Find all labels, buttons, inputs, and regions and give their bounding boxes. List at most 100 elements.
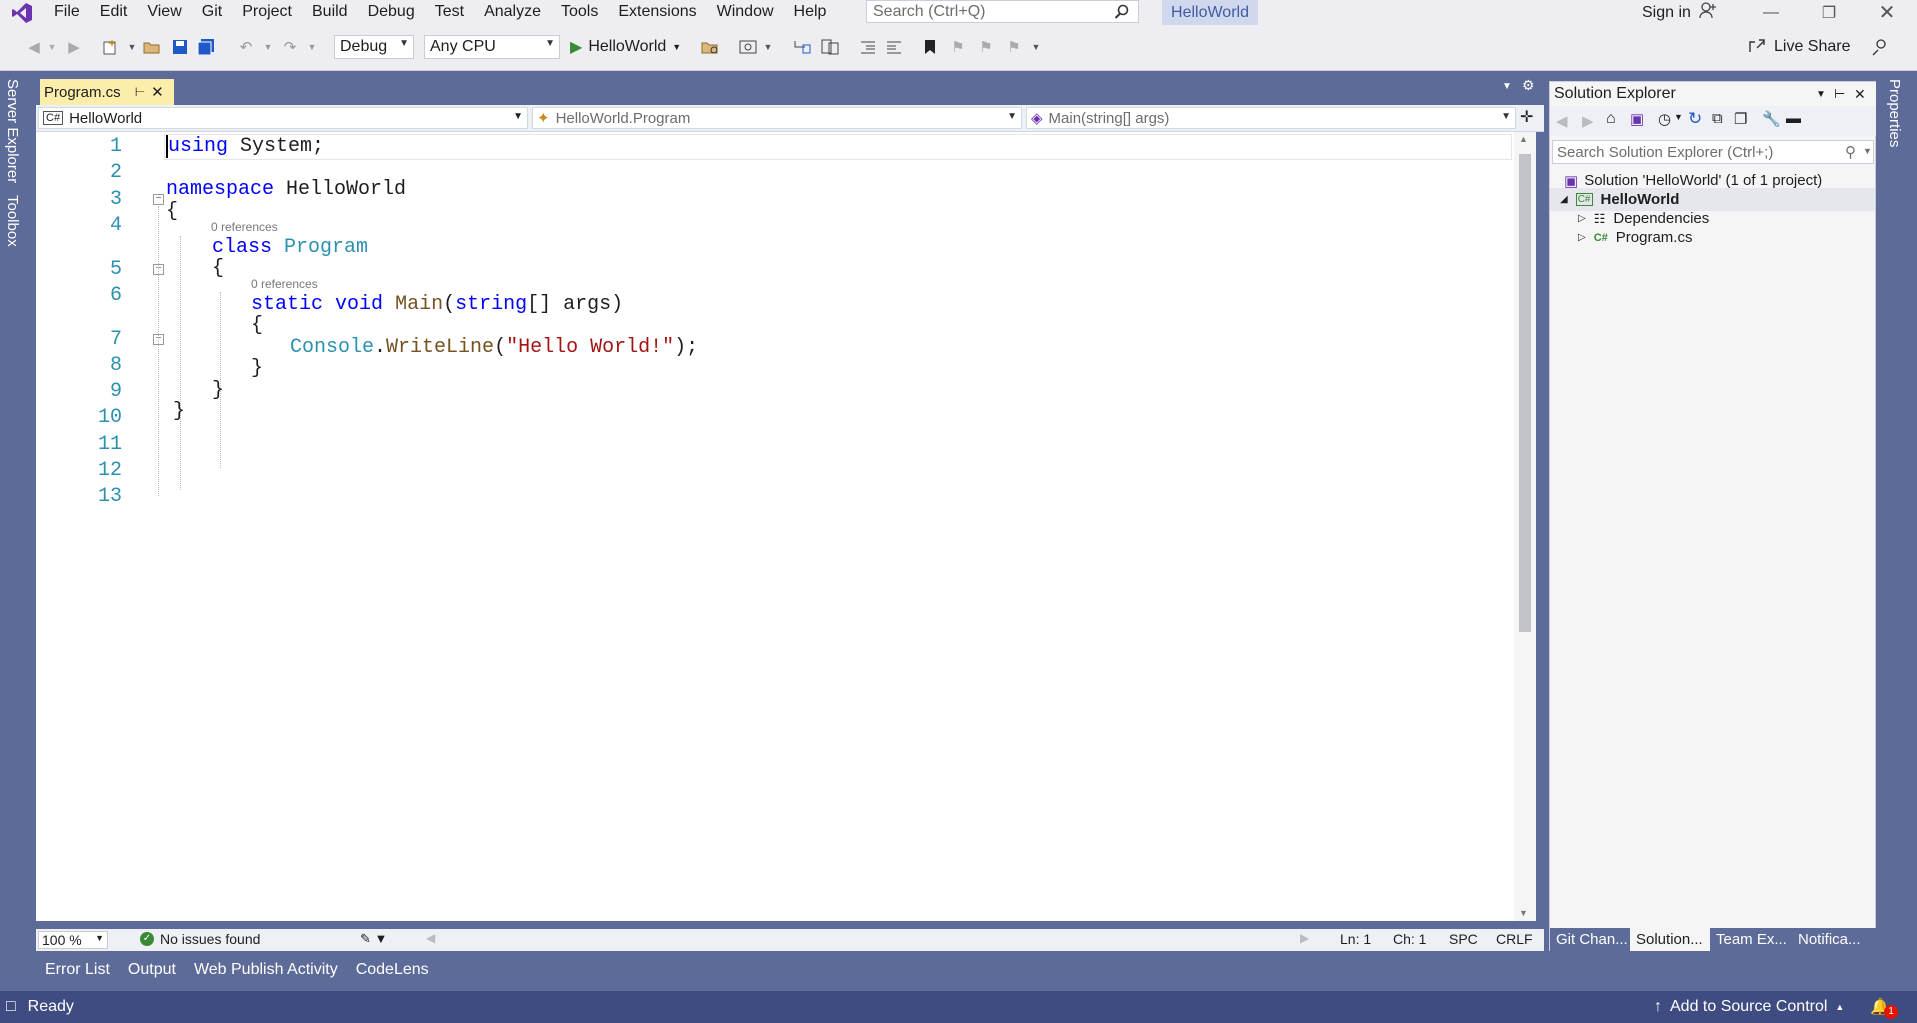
browser-link-icon[interactable] xyxy=(738,37,758,57)
save-icon[interactable] xyxy=(170,37,190,57)
code-cleanup-icon[interactable]: ✎ ▼ xyxy=(360,931,387,947)
menu-debug[interactable]: Debug xyxy=(358,0,425,25)
menu-project[interactable]: Project xyxy=(232,0,302,25)
pending-changes-filter-icon[interactable]: ◷ xyxy=(1658,110,1671,128)
feedback-icon[interactable] xyxy=(1870,37,1890,57)
preview-icon[interactable]: ▬ xyxy=(1786,110,1801,127)
save-all-icon[interactable] xyxy=(196,37,216,57)
configuration-select[interactable]: Debug ▼ xyxy=(334,35,414,59)
menu-build[interactable]: Build xyxy=(302,0,358,25)
chevron-down-icon[interactable]: ▼ xyxy=(672,42,681,52)
vertical-scrollbar[interactable]: ▲ ▼ xyxy=(1514,132,1536,921)
collapse-namespace-icon[interactable]: − xyxy=(153,194,164,205)
pin-icon[interactable]: ⊢ xyxy=(1834,86,1845,102)
sign-in-button[interactable]: Sign in xyxy=(1642,0,1717,25)
scrollbar-thumb[interactable] xyxy=(1519,154,1531,632)
window-position-icon[interactable]: ▼ xyxy=(1816,89,1826,100)
indent-icon[interactable] xyxy=(884,37,904,57)
code-editor[interactable]: 1 2 3 4 5 6 7 8 9 10 11 12 13 − − − usin… xyxy=(36,132,1522,921)
server-explorer-tab[interactable]: Server Explorer xyxy=(4,79,21,183)
menu-edit[interactable]: Edit xyxy=(90,0,138,25)
platform-select[interactable]: Any CPU ▼ xyxy=(424,35,560,59)
menu-analyze[interactable]: Analyze xyxy=(474,0,551,25)
whitespace-indicator[interactable]: SPC xyxy=(1449,931,1478,947)
undo-dropdown-icon[interactable]: ▼ xyxy=(258,37,278,57)
back-icon[interactable]: ◀ xyxy=(1556,112,1568,130)
type-dropdown[interactable]: ✦ HelloWorld.Program ▼ xyxy=(532,107,1022,129)
next-bookmark-icon[interactable]: ⚑ xyxy=(976,37,996,57)
menu-git[interactable]: Git xyxy=(192,0,232,25)
scroll-left-icon[interactable]: ◀ xyxy=(426,931,435,945)
search-input[interactable]: Search (Ctrl+Q) xyxy=(866,0,1139,23)
show-all-files-icon[interactable]: ❐ xyxy=(1734,110,1747,128)
new-project-icon[interactable] xyxy=(100,37,120,57)
filter-dropdown-icon[interactable]: ▼ xyxy=(1674,112,1683,122)
solution-search-input[interactable]: Search Solution Explorer (Ctrl+;) ⚲ ▼ xyxy=(1552,140,1874,164)
pin-icon[interactable]: ⊢ xyxy=(135,85,145,99)
browser-link-dropdown-icon[interactable]: ▼ xyxy=(758,37,778,57)
back-dropdown-icon[interactable]: ▼ xyxy=(42,37,62,57)
minimize-icon[interactable]: — xyxy=(1748,0,1794,25)
tab-web-publish-activity[interactable]: Web Publish Activity xyxy=(185,961,347,979)
scroll-up-icon[interactable]: ▲ xyxy=(1519,134,1528,144)
tab-solution-explorer[interactable]: Solution... xyxy=(1630,928,1710,952)
close-panel-icon[interactable]: ✕ xyxy=(1854,86,1866,103)
scroll-down-icon[interactable]: ▼ xyxy=(1519,908,1528,918)
tab-git-changes[interactable]: Git Chan... xyxy=(1550,928,1630,952)
menu-view[interactable]: View xyxy=(137,0,191,25)
search-options-icon[interactable]: ▼ xyxy=(1863,146,1872,156)
collapse-all-icon[interactable]: ⧉ xyxy=(1712,110,1723,127)
previous-bookmark-icon[interactable]: ⚑ xyxy=(948,37,968,57)
collapsed-arrow-icon[interactable]: ▷ xyxy=(1578,213,1586,224)
properties-wrench-icon[interactable]: 🔧 xyxy=(1762,110,1781,128)
toolbar-overflow-icon[interactable]: ▼ xyxy=(1026,37,1046,57)
collapsed-arrow-icon[interactable]: ▷ xyxy=(1578,232,1586,243)
menu-tools[interactable]: Tools xyxy=(551,0,608,25)
codelens-references[interactable]: 0 references xyxy=(251,277,318,291)
close-tab-icon[interactable]: ✕ xyxy=(151,83,164,101)
home-icon[interactable]: ⌂ xyxy=(1606,110,1616,128)
close-icon[interactable]: ✕ xyxy=(1864,0,1910,25)
issues-indicator[interactable]: ✓ No issues found xyxy=(140,931,260,947)
add-to-source-control-button[interactable]: ↑ Add to Source Control ▲ xyxy=(1654,998,1844,1016)
switch-views-icon[interactable]: ▣ xyxy=(1630,110,1644,128)
redo-icon[interactable]: ↷ xyxy=(280,37,300,57)
tab-program-cs[interactable]: Program.cs ⊢ ✕ xyxy=(40,79,174,105)
line-indicator[interactable]: Ln: 1 xyxy=(1340,931,1371,947)
menu-help[interactable]: Help xyxy=(784,0,837,25)
char-indicator[interactable]: Ch: 1 xyxy=(1393,931,1426,947)
properties-tab[interactable]: Properties xyxy=(1886,79,1903,147)
tree-program-cs-node[interactable]: ▷ C# Program.cs xyxy=(1550,226,1875,249)
navigate-back-icon[interactable]: ◀ xyxy=(24,37,44,57)
start-debugging-button[interactable]: ▶ HelloWorld ▼ xyxy=(570,35,681,59)
member-dropdown[interactable]: ◈ Main(string[] args) ▼ xyxy=(1026,107,1516,129)
outdent-icon[interactable] xyxy=(858,37,878,57)
settings-gear-icon[interactable]: ⚙ xyxy=(1522,77,1535,94)
line-ending-indicator[interactable]: CRLF xyxy=(1496,931,1533,947)
navigate-forward-icon[interactable]: ▶ xyxy=(64,37,84,57)
tab-list-dropdown-icon[interactable]: ▼ xyxy=(1502,81,1512,92)
tab-team-explorer[interactable]: Team Ex... xyxy=(1710,928,1792,952)
restore-icon[interactable]: ❐ xyxy=(1806,0,1852,25)
clear-bookmarks-icon[interactable]: ⚑ xyxy=(1004,37,1024,57)
menu-extensions[interactable]: Extensions xyxy=(608,0,706,25)
live-share-button[interactable]: Live Share xyxy=(1748,35,1851,59)
tab-output[interactable]: Output xyxy=(119,961,185,979)
tab-codelens[interactable]: CodeLens xyxy=(347,961,438,979)
codelens-references[interactable]: 0 references xyxy=(211,220,278,234)
bookmark-icon[interactable] xyxy=(920,37,940,57)
forward-icon[interactable]: ▶ xyxy=(1582,112,1594,130)
menu-window[interactable]: Window xyxy=(707,0,784,25)
scroll-right-icon[interactable]: ▶ xyxy=(1300,931,1309,945)
search-icon[interactable]: ⚲ xyxy=(1845,143,1856,161)
tab-notifications[interactable]: Notifica... xyxy=(1792,928,1877,952)
toolbox-tab[interactable]: Toolbox xyxy=(4,195,21,247)
open-folder-search-icon[interactable] xyxy=(700,37,720,57)
new-dropdown-icon[interactable]: ▼ xyxy=(122,37,142,57)
open-folder-icon[interactable] xyxy=(142,37,162,57)
menu-file[interactable]: File xyxy=(44,0,90,25)
attach-icon[interactable] xyxy=(820,37,840,57)
step-into-icon[interactable] xyxy=(792,37,812,57)
split-window-icon[interactable]: ✛ xyxy=(1520,107,1533,127)
project-dropdown[interactable]: C# HelloWorld ▼ xyxy=(38,107,528,129)
